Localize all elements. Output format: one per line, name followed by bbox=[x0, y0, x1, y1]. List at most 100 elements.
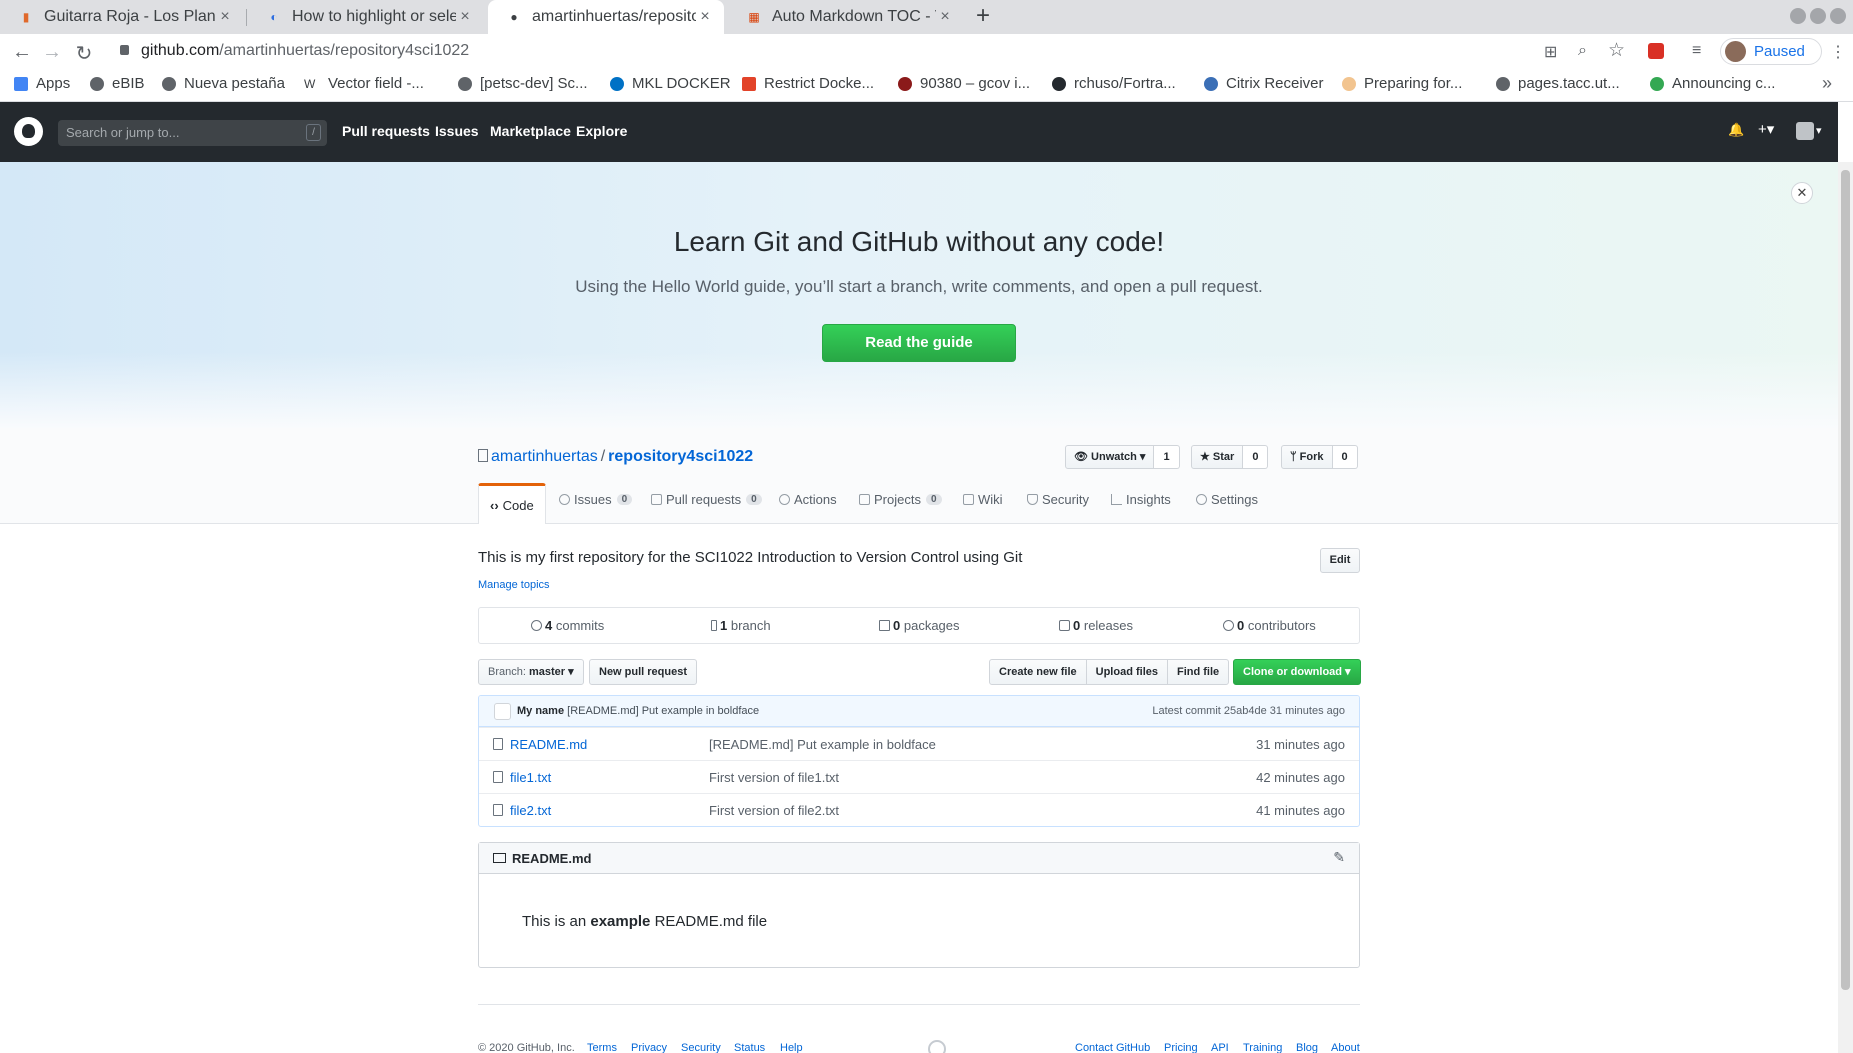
address-bar[interactable]: github.com/amartinhuertas/repository4sci… bbox=[120, 42, 469, 60]
edit-readme-pencil-icon[interactable]: ✎ bbox=[1333, 849, 1345, 866]
tab-projects[interactable]: Projects 0 bbox=[859, 492, 942, 507]
bookmark-petsc-dev[interactable]: [petsc-dev] Sc... bbox=[458, 75, 588, 92]
github-mark-icon[interactable] bbox=[928, 1040, 946, 1053]
nav-explore[interactable]: Explore bbox=[576, 123, 627, 139]
tab-insights[interactable]: Insights bbox=[1111, 492, 1171, 507]
commit-message[interactable]: [README.md] Put example in boldface bbox=[567, 705, 759, 717]
bookmark-pages-tacc[interactable]: pages.tacc.ut... bbox=[1496, 75, 1620, 92]
github-logo-icon[interactable] bbox=[14, 117, 43, 146]
bookmark-announcing[interactable]: Announcing c... bbox=[1650, 75, 1775, 92]
user-avatar[interactable] bbox=[1796, 122, 1814, 140]
back-button[interactable]: ← bbox=[10, 41, 34, 64]
find-file-button[interactable]: Find file bbox=[1166, 659, 1230, 685]
bookmark-nueva-pestana[interactable]: Nueva pestaña bbox=[162, 75, 285, 92]
footer-pricing-link[interactable]: Pricing bbox=[1164, 1042, 1198, 1053]
watchers-count[interactable]: 1 bbox=[1154, 445, 1180, 469]
fork-button[interactable]: ᛘ Fork bbox=[1281, 445, 1333, 469]
close-tab-icon[interactable]: × bbox=[696, 8, 714, 26]
footer-terms-link[interactable]: Terms bbox=[587, 1042, 617, 1053]
new-tab-button[interactable]: + bbox=[976, 2, 990, 30]
footer-privacy-link[interactable]: Privacy bbox=[631, 1042, 667, 1053]
minimize-window-icon[interactable] bbox=[1790, 8, 1806, 24]
avatar-dropdown-caret-icon[interactable]: ▾ bbox=[1816, 124, 1822, 137]
close-tab-icon[interactable]: × bbox=[216, 8, 234, 26]
summary-branch[interactable]: 1 branch bbox=[711, 618, 771, 633]
file-commit-message[interactable]: First version of file2.txt bbox=[709, 803, 839, 818]
footer-about-link[interactable]: About bbox=[1331, 1042, 1360, 1053]
reload-button[interactable]: ↻ bbox=[72, 41, 96, 66]
forks-count[interactable]: 0 bbox=[1332, 445, 1358, 469]
create-new-file-button[interactable]: Create new file bbox=[989, 659, 1087, 685]
bookmark-rchuso-fortran[interactable]: rchuso/Fortra... bbox=[1052, 75, 1176, 92]
bookmark-preparing-for[interactable]: Preparing for... bbox=[1342, 75, 1462, 92]
browser-tab-highlight[interactable]: ◐ How to highlight or select × bbox=[248, 0, 484, 34]
extension-mendeley-icon[interactable] bbox=[1648, 43, 1664, 59]
clone-or-download-button[interactable]: Clone or download ▾ bbox=[1233, 659, 1361, 685]
browser-tab-markdown-toc[interactable]: ▦ Auto Markdown TOC - Visual Studio × bbox=[728, 0, 964, 34]
tab-code[interactable]: ‹› Code bbox=[478, 483, 546, 524]
summary-releases[interactable]: 0 releases bbox=[1059, 618, 1133, 633]
maximize-window-icon[interactable] bbox=[1810, 8, 1826, 24]
new-pull-request-button[interactable]: New pull request bbox=[589, 659, 698, 685]
bookmark-apps[interactable]: Apps bbox=[14, 75, 70, 92]
latest-commit-info[interactable]: Latest commit 25ab4de 31 minutes ago bbox=[1152, 705, 1345, 717]
close-tab-icon[interactable]: × bbox=[456, 8, 474, 26]
bookmark-ebib[interactable]: eBIB bbox=[90, 75, 145, 92]
footer-training-link[interactable]: Training bbox=[1243, 1042, 1282, 1053]
tab-wiki[interactable]: Wiki bbox=[963, 492, 1003, 507]
bookmark-citrix[interactable]: Citrix Receiver bbox=[1204, 75, 1324, 92]
file-name-link[interactable]: README.md bbox=[510, 737, 587, 752]
summary-packages[interactable]: 0 packages bbox=[879, 618, 960, 633]
forward-button[interactable]: → bbox=[40, 41, 64, 64]
tab-issues[interactable]: Issues 0 bbox=[559, 492, 633, 507]
bookmark-vector-field[interactable]: W Vector field -... bbox=[304, 75, 424, 92]
nav-marketplace[interactable]: Marketplace bbox=[490, 123, 571, 139]
file-name-link[interactable]: file1.txt bbox=[510, 770, 551, 785]
browser-tab-guitarra[interactable]: ▮ Guitarra Roja - Los Planetas × bbox=[0, 0, 244, 34]
file-commit-message[interactable]: First version of file1.txt bbox=[709, 770, 839, 785]
more-bookmarks-icon[interactable]: » bbox=[1822, 73, 1832, 94]
edit-description-button[interactable]: Edit bbox=[1320, 548, 1360, 573]
bookmark-restrict-docker[interactable]: Restrict Docke... bbox=[742, 75, 874, 92]
upload-files-button[interactable]: Upload files bbox=[1085, 659, 1168, 685]
star-button[interactable]: ★ Star bbox=[1191, 445, 1244, 469]
create-new-plus-icon[interactable]: +▾ bbox=[1758, 120, 1774, 138]
bookmark-gcov[interactable]: 90380 – gcov i... bbox=[898, 75, 1030, 92]
manage-topics-link[interactable]: Manage topics bbox=[478, 579, 550, 591]
unwatch-button[interactable]: 👁 Unwatch ▾ bbox=[1065, 445, 1155, 469]
commit-author[interactable]: My name bbox=[517, 705, 564, 717]
tab-actions[interactable]: Actions bbox=[779, 492, 837, 507]
bookmark-mkl-docker[interactable]: MKL DOCKER bbox=[610, 75, 731, 92]
close-tab-icon[interactable]: × bbox=[936, 8, 954, 26]
bookmark-star-icon[interactable]: ☆ bbox=[1608, 39, 1625, 62]
author-avatar[interactable] bbox=[494, 703, 511, 720]
browser-tab-repository[interactable]: ● amartinhuertas/repository4sci1022 × bbox=[488, 0, 724, 34]
profile-paused-button[interactable]: Paused bbox=[1720, 38, 1822, 65]
close-banner-button[interactable]: ✕ bbox=[1791, 182, 1813, 204]
footer-security-link[interactable]: Security bbox=[681, 1042, 721, 1053]
zoom-icon[interactable]: ⌕ bbox=[1578, 42, 1587, 60]
footer-contact-link[interactable]: Contact GitHub bbox=[1075, 1042, 1150, 1053]
github-search-input[interactable]: Search or jump to... / bbox=[58, 120, 327, 146]
footer-api-link[interactable]: API bbox=[1211, 1042, 1229, 1053]
file-commit-message[interactable]: [README.md] Put example in boldface bbox=[709, 737, 936, 752]
tab-pull-requests[interactable]: Pull requests 0 bbox=[651, 492, 762, 507]
close-window-icon[interactable] bbox=[1830, 8, 1846, 24]
translate-icon[interactable]: ⊞ bbox=[1544, 42, 1557, 62]
branch-selector[interactable]: Branch: master ▾ bbox=[478, 659, 584, 685]
nav-issues[interactable]: Issues bbox=[435, 123, 479, 139]
read-the-guide-button[interactable]: Read the guide bbox=[822, 324, 1016, 362]
notifications-bell-icon[interactable]: 🔔 bbox=[1728, 122, 1744, 138]
scrollbar-thumb[interactable] bbox=[1841, 170, 1850, 990]
nav-pull-requests[interactable]: Pull requests bbox=[342, 123, 430, 139]
browser-menu-icon[interactable]: ⋮ bbox=[1830, 42, 1846, 62]
summary-contributors[interactable]: 0 contributors bbox=[1223, 618, 1316, 633]
file-name-link[interactable]: file2.txt bbox=[510, 803, 551, 818]
footer-blog-link[interactable]: Blog bbox=[1296, 1042, 1318, 1053]
repo-owner-link[interactable]: amartinhuertas bbox=[491, 448, 598, 465]
stargazers-count[interactable]: 0 bbox=[1243, 445, 1269, 469]
tab-security[interactable]: Security bbox=[1027, 492, 1089, 507]
tab-settings[interactable]: Settings bbox=[1196, 492, 1258, 507]
footer-help-link[interactable]: Help bbox=[780, 1042, 803, 1053]
footer-status-link[interactable]: Status bbox=[734, 1042, 765, 1053]
